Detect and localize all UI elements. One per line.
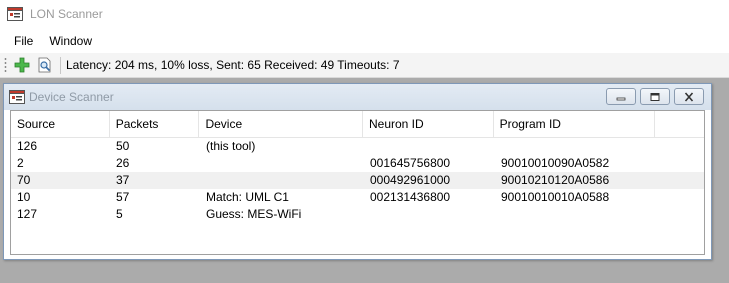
column-header-program-id[interactable]: Program ID bbox=[494, 111, 656, 138]
cell-packets: 26 bbox=[116, 156, 130, 170]
device-scanner-window: Device Scanner Source Packets Device Neu… bbox=[3, 83, 712, 260]
cell-source: 2 bbox=[17, 156, 24, 170]
column-header-packets[interactable]: Packets bbox=[110, 111, 200, 138]
app-logo-icon bbox=[7, 6, 23, 22]
device-scanner-title-bar[interactable]: Device Scanner bbox=[4, 84, 711, 110]
device-list[interactable]: Source Packets Device Neuron ID Program … bbox=[10, 110, 705, 255]
table-row[interactable]: 127 5 Guess: MES-WiFi bbox=[11, 206, 704, 223]
plus-icon bbox=[14, 57, 30, 73]
cell-packets: 57 bbox=[116, 190, 130, 204]
cell-neuron-id: 002131436800 bbox=[370, 190, 451, 204]
table-row[interactable]: 10 57 Match: UML C1 002131436800 9001001… bbox=[11, 189, 704, 206]
cell-packets: 5 bbox=[116, 207, 123, 221]
cell-device: Match: UML C1 bbox=[206, 190, 289, 204]
cell-device: (this tool) bbox=[206, 139, 256, 153]
toolbar: Latency: 204 ms, 10% loss, Sent: 65 Rece… bbox=[0, 53, 729, 78]
column-header-neuron-id[interactable]: Neuron ID bbox=[363, 111, 494, 138]
cell-source: 10 bbox=[17, 190, 31, 204]
cell-source: 70 bbox=[17, 173, 31, 187]
column-header-device[interactable]: Device bbox=[199, 111, 363, 138]
app-title: LON Scanner bbox=[30, 7, 103, 21]
cell-program-id bbox=[495, 138, 657, 155]
add-button[interactable] bbox=[11, 54, 33, 76]
scan-button[interactable] bbox=[34, 54, 56, 76]
status-text: Latency: 204 ms, 10% loss, Sent: 65 Rece… bbox=[66, 58, 400, 72]
magnifier-document-icon bbox=[38, 57, 51, 73]
minimize-button[interactable] bbox=[606, 88, 636, 105]
toolbar-separator bbox=[60, 56, 61, 74]
close-icon bbox=[684, 91, 694, 102]
cell-source: 127 bbox=[17, 207, 38, 221]
app-window: LON Scanner File Window Latency: 204 ms,… bbox=[0, 0, 729, 283]
table-row[interactable]: 126 50 (this tool) bbox=[11, 138, 704, 155]
minimize-icon bbox=[616, 97, 626, 100]
app-title-bar[interactable]: LON Scanner bbox=[0, 0, 729, 28]
column-header-filler bbox=[655, 111, 704, 138]
table-row[interactable]: 70 37 000492961000 90010210120A0586 bbox=[11, 172, 704, 189]
device-scanner-title: Device Scanner bbox=[29, 90, 114, 104]
cell-program-id bbox=[495, 206, 657, 223]
cell-packets: 50 bbox=[116, 139, 130, 153]
cell-device bbox=[200, 155, 364, 172]
cell-neuron-id: 000492961000 bbox=[370, 173, 451, 187]
cell-program-id: 90010010090A0582 bbox=[501, 156, 610, 170]
menu-window[interactable]: Window bbox=[41, 34, 100, 48]
device-scanner-icon bbox=[9, 89, 25, 105]
close-button[interactable] bbox=[674, 88, 704, 105]
restore-icon bbox=[650, 92, 660, 101]
mdi-workspace: Device Scanner Source Packets Device Neu… bbox=[0, 78, 729, 283]
menu-file[interactable]: File bbox=[6, 34, 41, 48]
cell-device bbox=[200, 172, 364, 189]
cell-program-id: 90010010010A0588 bbox=[501, 190, 610, 204]
window-controls bbox=[606, 88, 704, 105]
cell-packets: 37 bbox=[116, 173, 130, 187]
cell-neuron-id: 001645756800 bbox=[370, 156, 451, 170]
cell-program-id: 90010210120A0586 bbox=[501, 173, 610, 187]
table-row[interactable]: 2 26 001645756800 90010010090A0582 bbox=[11, 155, 704, 172]
list-header: Source Packets Device Neuron ID Program … bbox=[11, 111, 704, 138]
cell-device: Guess: MES-WiFi bbox=[206, 207, 302, 221]
cell-source: 126 bbox=[17, 139, 38, 153]
cell-neuron-id bbox=[364, 206, 495, 223]
menu-bar: File Window bbox=[0, 28, 729, 53]
cell-neuron-id bbox=[364, 138, 495, 155]
restore-button[interactable] bbox=[640, 88, 670, 105]
column-header-source[interactable]: Source bbox=[11, 111, 110, 138]
toolbar-grip[interactable] bbox=[4, 56, 7, 74]
